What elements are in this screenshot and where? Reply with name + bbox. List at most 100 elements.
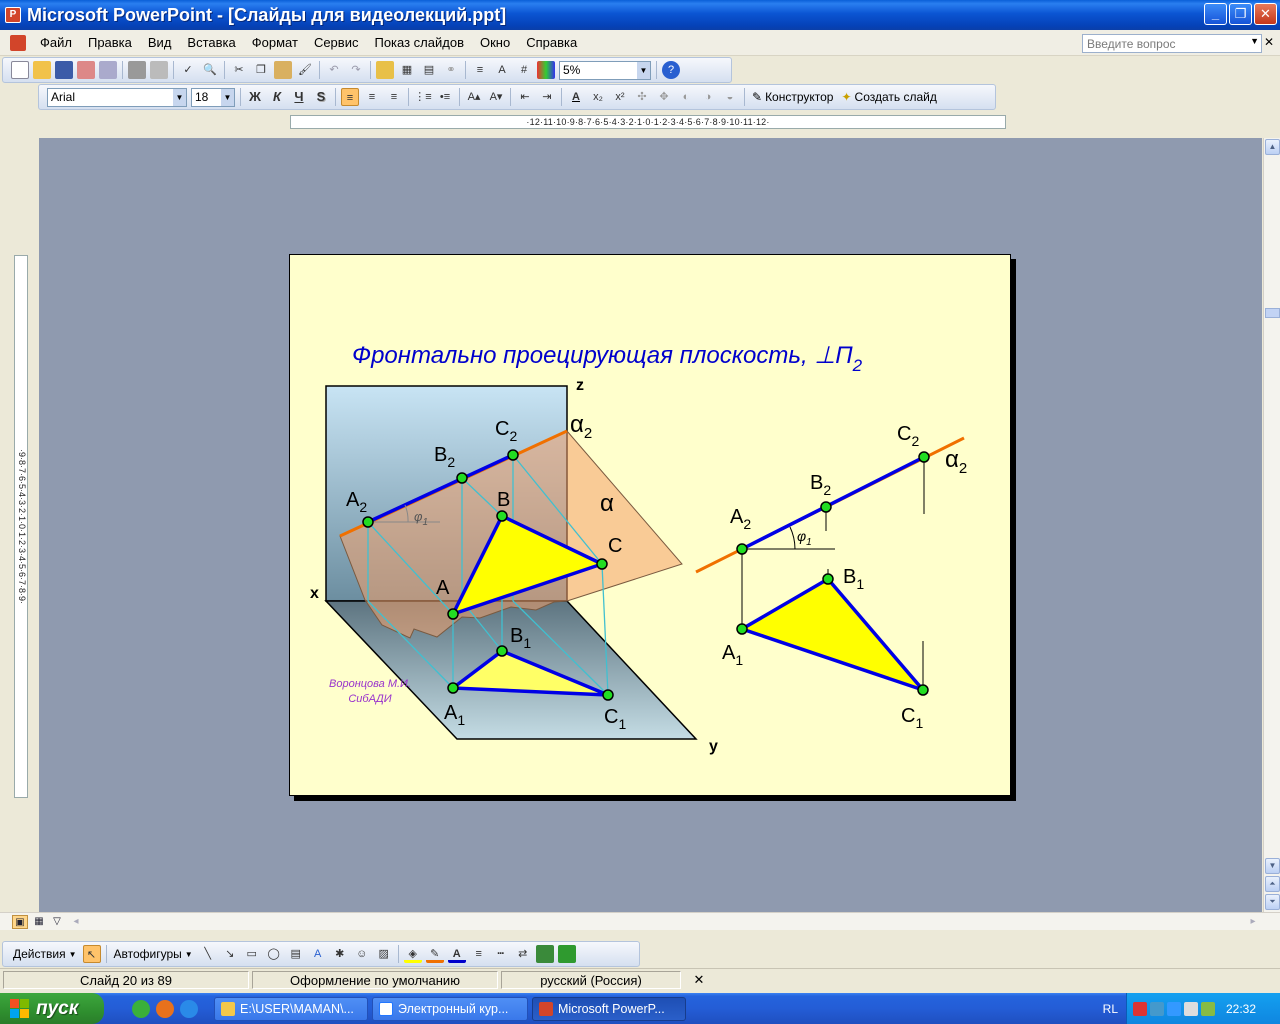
tray-app-icon[interactable] (1201, 1001, 1215, 1016)
undo-icon[interactable]: ↶ (325, 61, 343, 79)
subscript-icon[interactable]: x₂ (589, 88, 607, 106)
line-color-icon[interactable]: ✎ (425, 945, 444, 963)
animation-icon-2[interactable]: ✥ (655, 88, 673, 106)
menu-view[interactable]: Вид (140, 35, 180, 50)
underline-button[interactable]: Ч (290, 88, 308, 106)
grid-icon[interactable]: # (515, 61, 533, 79)
shadow-button[interactable]: S (312, 88, 330, 106)
previous-slide-icon[interactable]: ⏶ (1265, 876, 1280, 892)
menu-tools[interactable]: Сервис (306, 35, 367, 50)
decrease-indent-icon[interactable]: ⇤ (516, 88, 534, 106)
start-button[interactable]: пуск (0, 993, 104, 1024)
actions-menu[interactable]: Действия ▼ (9, 947, 81, 961)
network-icon-2[interactable] (1167, 1001, 1181, 1016)
menu-edit[interactable]: Правка (80, 35, 140, 50)
rectangle-icon[interactable]: ▭ (243, 945, 261, 963)
increase-font-icon[interactable]: A▴ (465, 88, 483, 106)
permission-icon[interactable] (77, 61, 95, 79)
menu-file[interactable]: Файл (32, 35, 80, 50)
print-preview-icon[interactable] (150, 61, 168, 79)
help-search-input[interactable]: Введите вопрос ▼ (1082, 34, 1262, 53)
clipart-icon[interactable]: ☺ (353, 945, 371, 963)
numbering-icon[interactable]: ⋮≡ (414, 88, 432, 106)
hyperlink-icon[interactable]: ⚭ (442, 61, 460, 79)
antivirus-icon[interactable] (1133, 1001, 1147, 1016)
normal-view-icon[interactable]: ▣ (12, 915, 28, 929)
horizontal-ruler[interactable]: ·12·11·10·9·8·7·6·5·4·3·2·1·0·1·2·3·4·5·… (290, 115, 1006, 129)
print-icon[interactable] (128, 61, 146, 79)
zoom-select[interactable]: 5% ▼ (559, 60, 651, 80)
animation-icon-1[interactable]: ✣ (633, 88, 651, 106)
chevron-down-icon[interactable]: ▼ (1250, 36, 1259, 46)
fill-color-icon[interactable]: ◈ (403, 945, 422, 963)
autoshapes-menu[interactable]: Автофигуры ▼ (110, 947, 197, 961)
expand-all-icon[interactable]: ≡ (471, 61, 489, 79)
wordart-icon[interactable]: A (309, 945, 327, 963)
chevron-down-icon[interactable]: ▼ (637, 61, 650, 79)
taskbar-item-word[interactable]: Электронный кур... (372, 996, 528, 1021)
quicklaunch-firefox-icon[interactable] (156, 999, 174, 1018)
spelling-icon[interactable]: ✓ (179, 61, 197, 79)
align-center-icon[interactable]: ≡ (363, 88, 381, 106)
arrow-style-icon[interactable]: ⇄ (514, 945, 532, 963)
slide-sorter-view-icon[interactable]: ▦ (31, 915, 47, 929)
3d-style-icon[interactable] (557, 945, 576, 963)
redo-icon[interactable]: ↷ (347, 61, 365, 79)
arrow-icon[interactable]: ↘ (221, 945, 239, 963)
menu-format[interactable]: Формат (244, 35, 306, 50)
format-painter-icon[interactable]: 🖌 (296, 61, 314, 79)
align-left-icon[interactable]: ≡ (341, 88, 359, 106)
picture-icon[interactable]: ▨ (375, 945, 393, 963)
powerpoint-app-icon[interactable]: P (5, 7, 21, 23)
line-style-icon[interactable]: ≡ (470, 945, 488, 963)
animation-icon-4[interactable]: ◑ (699, 88, 717, 106)
scroll-left-icon[interactable]: ◂ (68, 915, 84, 929)
taskbar-item-powerpoint[interactable]: Microsoft PowerP... (532, 996, 686, 1021)
slide-canvas[interactable]: Фронтально проецирующая плоскость, ⊥П2 z… (289, 254, 1011, 796)
menu-window[interactable]: Окно (472, 35, 518, 50)
decrease-font-icon[interactable]: A▾ (487, 88, 505, 106)
dash-style-icon[interactable]: ┅ (492, 945, 510, 963)
textbox-icon[interactable]: ▤ (287, 945, 305, 963)
vertical-scrollbar[interactable]: ▲ ▼ ⏶ ⏷ (1263, 138, 1280, 912)
oval-icon[interactable]: ◯ (265, 945, 283, 963)
tables-borders-icon[interactable]: ▤ (420, 61, 438, 79)
open-folder-icon[interactable] (33, 61, 51, 79)
slideshow-view-icon[interactable]: ▽ (49, 915, 65, 929)
bold-button[interactable]: Ж (246, 88, 264, 106)
mail-icon[interactable] (1184, 1001, 1198, 1016)
menu-help[interactable]: Справка (518, 35, 585, 50)
menu-slideshow[interactable]: Показ слайдов (366, 35, 472, 50)
diagram-icon[interactable]: ✱ (331, 945, 349, 963)
select-pointer-icon[interactable]: ↖ (82, 945, 101, 963)
minimize-button[interactable]: _ (1204, 3, 1227, 25)
font-size-select[interactable]: 18 ▼ (191, 87, 235, 107)
shadow-style-icon[interactable] (535, 945, 554, 963)
horizontal-scrollbar[interactable]: ▣ ▦ ▽ ◂ ▸ (0, 912, 1280, 930)
scroll-down-icon[interactable]: ▼ (1265, 858, 1280, 874)
bullets-icon[interactable]: •≡ (436, 88, 454, 106)
document-close-icon[interactable]: ✕ (1264, 35, 1274, 49)
copy-icon[interactable]: ❐ (252, 61, 270, 79)
paste-icon[interactable] (274, 61, 292, 79)
scroll-right-icon[interactable]: ▸ (1245, 915, 1261, 929)
maximize-button[interactable]: ❐ (1229, 3, 1252, 25)
chevron-down-icon[interactable]: ▼ (173, 88, 186, 106)
insert-table-icon[interactable]: ▦ (398, 61, 416, 79)
line-icon[interactable]: ╲ (199, 945, 217, 963)
increase-indent-icon[interactable]: ⇥ (538, 88, 556, 106)
align-right-icon[interactable]: ≡ (385, 88, 403, 106)
menu-insert[interactable]: Вставка (179, 35, 243, 50)
chevron-down-icon[interactable]: ▼ (221, 88, 234, 106)
quicklaunch-ie-icon[interactable] (180, 999, 198, 1018)
designer-button[interactable]: ✎ Конструктор (748, 90, 837, 104)
language-indicator[interactable]: RL (1103, 1002, 1118, 1016)
research-icon[interactable]: 🔍 (201, 61, 219, 79)
animation-icon-3[interactable]: ◐ (677, 88, 695, 106)
network-icon[interactable] (1150, 1001, 1164, 1016)
color-grayscale-icon[interactable] (537, 61, 555, 79)
font-select[interactable]: Arial ▼ (47, 87, 187, 107)
scroll-up-icon[interactable]: ▲ (1265, 139, 1280, 155)
show-formatting-icon[interactable]: A (493, 61, 511, 79)
font-color-icon[interactable]: A (567, 88, 585, 106)
